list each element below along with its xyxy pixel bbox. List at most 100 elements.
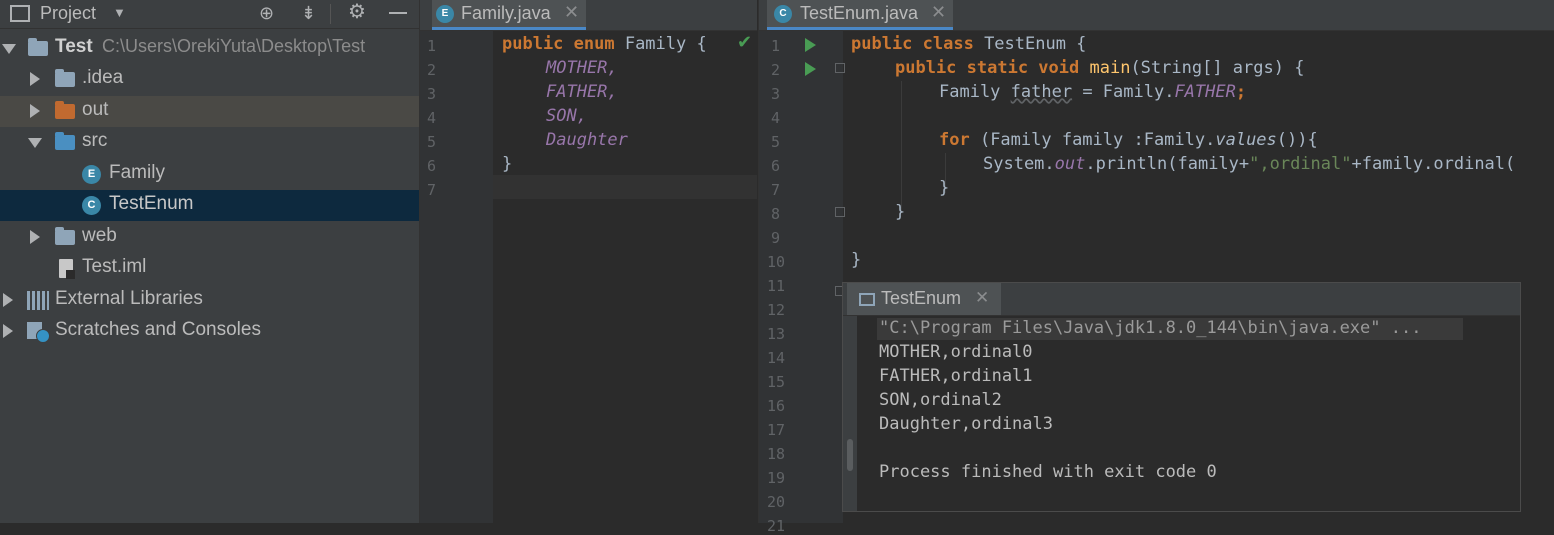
close-icon[interactable]: ✕: [931, 2, 946, 23]
enum-icon: E: [82, 165, 101, 184]
folder-excluded-icon: [55, 101, 75, 119]
line-number: 10: [767, 253, 786, 271]
expand-arrow-icon[interactable]: [3, 324, 13, 338]
line-number: 4: [427, 109, 437, 127]
line-number: 3: [427, 85, 437, 103]
tree-item-label: src: [82, 130, 108, 151]
tree-item-family[interactable]: E Family: [0, 159, 419, 190]
expand-arrow-icon[interactable]: [30, 72, 40, 86]
tab-label: Family.java: [461, 3, 551, 23]
line-number: 8: [771, 205, 781, 223]
folder-icon: [55, 69, 75, 87]
run-console-panel: TestEnum ✕ "C:\Program Files\Java\jdk1.8…: [842, 282, 1521, 512]
tree-item-label: TestEnum: [109, 193, 194, 214]
divider: [330, 4, 331, 24]
tree-item-path: C:\Users\OrekiYuta\Desktop\Test: [102, 36, 366, 56]
tree-item-src[interactable]: src: [0, 127, 419, 158]
close-icon[interactable]: ✕: [564, 2, 579, 23]
editor-family: E Family.java ✕ 1 2 3 4 5 6 7 public enu…: [420, 0, 757, 523]
module-folder-icon: [28, 38, 48, 56]
expand-arrow-icon[interactable]: [30, 230, 40, 244]
indent-guide: [901, 81, 902, 213]
code-line-4: SON,: [546, 106, 587, 126]
line-number: 3: [771, 85, 781, 103]
tree-item-label: Family: [109, 162, 165, 183]
tree-item-external-libraries[interactable]: External Libraries: [0, 285, 419, 316]
project-panel: Project ▼ ⊕ ⇟ ⚙ Test C:\Users\OrekiYuta\…: [0, 0, 420, 523]
tree-item-testenum[interactable]: C TestEnum: [0, 190, 419, 221]
library-icon: [27, 291, 49, 310]
tree-item-web[interactable]: web: [0, 222, 419, 253]
console-command-line: "C:\Program Files\Java\jdk1.8.0_144\bin\…: [879, 318, 1422, 338]
console-scroll-handle[interactable]: [847, 439, 853, 471]
tree-item-test-iml[interactable]: Test.iml: [0, 253, 419, 284]
line-number-gutter: 1 2 3 4 5 6 7: [420, 31, 493, 523]
line-number: 7: [427, 181, 437, 199]
code-line-1: public enum Family {: [502, 34, 707, 54]
source-folder-icon: [55, 132, 75, 150]
line-number: 17: [767, 421, 786, 439]
project-panel-header: Project ▼ ⊕ ⇟ ⚙: [0, 0, 419, 29]
collapse-all-icon[interactable]: ⇟: [301, 1, 316, 25]
tree-item-test-root[interactable]: Test C:\Users\OrekiYuta\Desktop\Test: [0, 33, 419, 64]
tree-item-out[interactable]: out: [0, 96, 419, 127]
expand-arrow-icon[interactable]: [30, 104, 40, 118]
line-number: 11: [767, 277, 786, 295]
tree-item-label: External Libraries: [55, 288, 203, 309]
run-icon[interactable]: [805, 62, 816, 76]
console-output-line: MOTHER,ordinal0: [879, 342, 1033, 362]
tree-item-label: Scratches and Consoles: [55, 319, 261, 340]
code-line-3: FATHER,: [546, 82, 618, 102]
tree-item-scratches[interactable]: Scratches and Consoles: [0, 316, 419, 347]
line-number: 14: [767, 349, 786, 367]
tab-run-testenum[interactable]: TestEnum ✕: [847, 283, 1001, 315]
clock-badge-icon: [36, 329, 50, 343]
code-line-1: public class TestEnum {: [851, 34, 1087, 54]
expand-arrow-icon[interactable]: [3, 293, 13, 307]
tree-item-label: out: [82, 99, 109, 120]
code-line-8: }: [895, 202, 906, 222]
gear-icon[interactable]: ⚙: [348, 0, 366, 24]
console-exit-message: Process finished with exit code 0: [879, 462, 1217, 482]
line-number: 15: [767, 373, 786, 391]
code-area[interactable]: public enum Family { MOTHER, FATHER, SON…: [493, 31, 757, 523]
chevron-down-icon[interactable]: ▼: [113, 1, 126, 25]
console-output-line: Daughter,ordinal3: [879, 414, 1053, 434]
line-number: 6: [427, 157, 437, 175]
locate-target-icon[interactable]: ⊕: [259, 1, 274, 25]
console-left-strip: [843, 316, 857, 511]
line-number: 21: [767, 517, 786, 535]
code-line-6: System.out.println(family+",ordinal"+fam…: [983, 154, 1516, 174]
tab-testenum-java[interactable]: C TestEnum.java ✕: [767, 0, 953, 30]
code-line-6: }: [502, 154, 513, 174]
code-line-2: MOTHER,: [546, 58, 618, 78]
runnable-class-icon: C: [774, 5, 792, 23]
close-icon[interactable]: ✕: [975, 288, 989, 308]
line-number: 4: [771, 109, 781, 127]
line-number: 9: [771, 229, 781, 247]
line-number: 1: [771, 37, 781, 55]
console-output-line: FATHER,ordinal1: [879, 366, 1033, 386]
project-view-icon: [10, 5, 30, 22]
run-icon[interactable]: [805, 38, 816, 52]
tree-item-label: .idea: [82, 67, 124, 88]
console-icon: [859, 293, 875, 306]
line-number: 7: [771, 181, 781, 199]
expand-arrow-icon[interactable]: [2, 44, 16, 54]
minimize-icon[interactable]: [389, 12, 407, 14]
line-number: 18: [767, 445, 786, 463]
tree-item-label: web: [82, 225, 117, 246]
line-number: 16: [767, 397, 786, 415]
project-view-selector[interactable]: Project: [40, 3, 96, 24]
expand-arrow-icon[interactable]: [28, 138, 42, 148]
line-number: 2: [771, 61, 781, 79]
line-number: 1: [427, 37, 437, 55]
code-line-5: Daughter: [546, 130, 628, 150]
tree-item-idea[interactable]: .idea: [0, 64, 419, 95]
line-number: 13: [767, 325, 786, 343]
code-line-7: }: [939, 178, 950, 198]
line-number: 12: [767, 301, 786, 319]
tab-family-java[interactable]: E Family.java ✕: [432, 0, 586, 30]
code-line-5: for (Family family :Family.values()){: [939, 130, 1318, 150]
checkmark-icon: ✔: [737, 32, 753, 52]
